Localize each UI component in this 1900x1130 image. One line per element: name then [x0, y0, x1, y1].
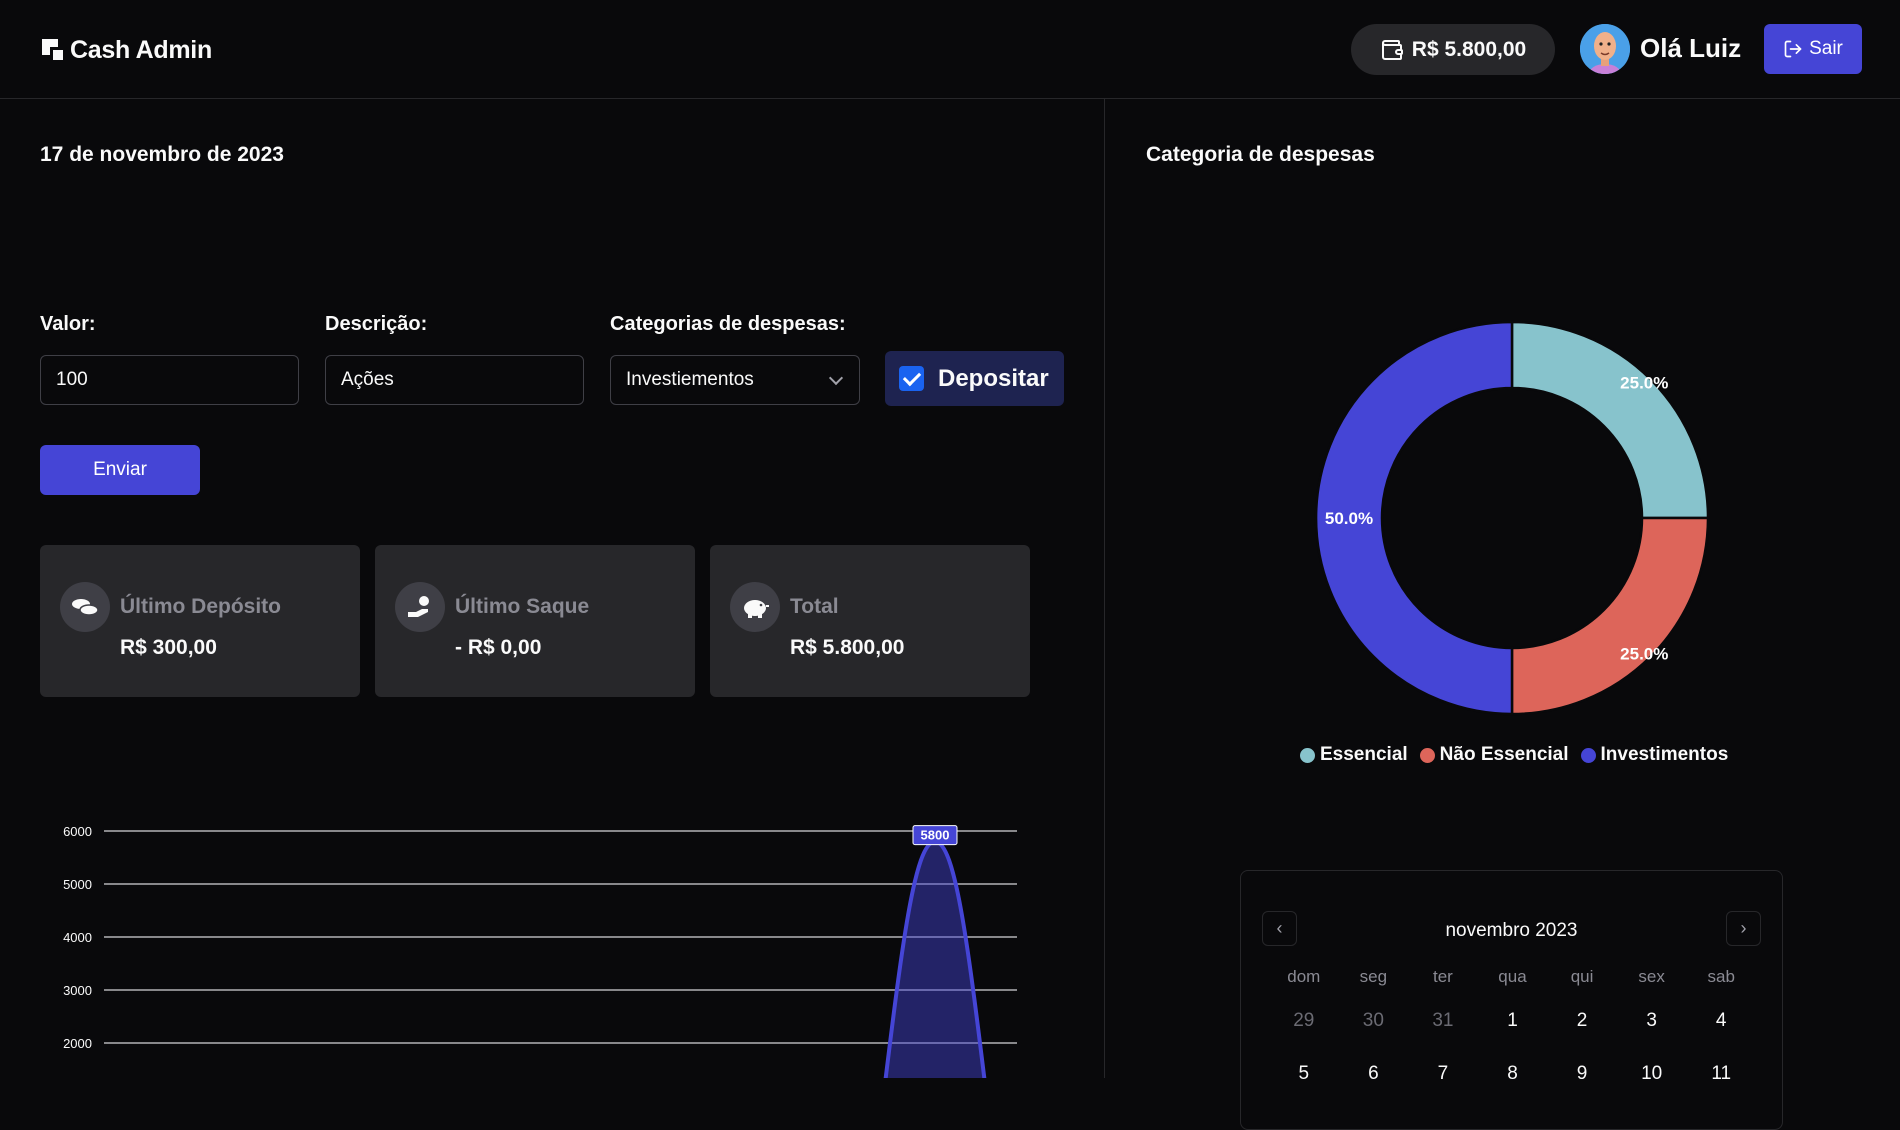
- donut-chart-title: Categoria de despesas: [1146, 143, 1375, 166]
- calendar-day[interactable]: 5: [1269, 1063, 1339, 1085]
- donut-slice-essencial[interactable]: [1510, 320, 1710, 520]
- area-fill: [885, 841, 985, 1078]
- logout-button[interactable]: Sair: [1764, 24, 1862, 74]
- calendar-next-button[interactable]: ›: [1726, 911, 1761, 946]
- descricao-value: Ações: [341, 369, 394, 390]
- current-date: 17 de novembro de 2023: [40, 143, 284, 166]
- last-deposit-card: Último Depósito R$ 300,00: [40, 545, 360, 697]
- legend-label: Investimentos: [1600, 744, 1729, 765]
- wallet-icon: [1381, 39, 1403, 60]
- send-button[interactable]: Enviar: [40, 445, 200, 495]
- slice-label: 25.0%: [1620, 644, 1668, 663]
- column-divider: [1104, 99, 1105, 1078]
- logo-icon: [42, 38, 66, 63]
- legend-item-nao-essencial[interactable]: Não Essencial: [1419, 744, 1569, 766]
- calendar-week: 29 30 31 1 2 3 4: [1269, 1010, 1756, 1032]
- last-withdraw-card: Último Saque - R$ 0,00: [375, 545, 695, 697]
- legend-label: Essencial: [1320, 744, 1408, 765]
- calendar-day[interactable]: 1: [1478, 1010, 1548, 1032]
- card-value: R$ 300,00: [120, 636, 217, 659]
- calendar-day[interactable]: 29: [1269, 1010, 1339, 1032]
- card-value: - R$ 0,00: [455, 636, 542, 659]
- app-logo[interactable]: Cash Admin: [42, 36, 212, 65]
- coins-icon: [60, 582, 110, 632]
- balance-area-chart: 2000 3000 4000 5000 6000 5800: [63, 824, 1017, 1078]
- card-title: Total: [790, 595, 839, 618]
- legend-item-essencial[interactable]: Essencial: [1300, 744, 1408, 766]
- calendar: ‹ novembro 2023 › dom seg ter qua qui sex sab …: [1240, 870, 1783, 1130]
- card-title: Último Depósito: [120, 595, 281, 618]
- categoria-selected: Investiementos: [626, 369, 754, 390]
- donut-slice-nao-essencial[interactable]: [1510, 516, 1710, 716]
- calendar-week: 5 6 7 8 9 10 11: [1269, 1063, 1756, 1085]
- calendar-month-label: novembro 2023: [1445, 920, 1578, 941]
- y-tick-label: 6000: [63, 824, 92, 839]
- calendar-day[interactable]: 4: [1686, 1010, 1756, 1032]
- app-title: Cash Admin: [70, 36, 212, 64]
- deposit-label: Depositar: [938, 364, 1049, 392]
- slice-label: 50.0%: [1325, 509, 1373, 528]
- weekday-label: dom: [1287, 967, 1321, 986]
- piggy-bank-icon: [730, 582, 780, 632]
- y-tick-label: 3000: [63, 983, 92, 998]
- slice-label: 25.0%: [1620, 374, 1668, 393]
- y-tick-label: 2000: [63, 1036, 92, 1051]
- descricao-input[interactable]: Ações: [325, 355, 584, 405]
- valor-label: Valor:: [40, 313, 96, 335]
- calendar-day[interactable]: 30: [1339, 1010, 1409, 1032]
- weekday-label: qua: [1498, 967, 1527, 986]
- legend-item-investimentos[interactable]: Investimentos: [1580, 744, 1729, 766]
- expense-donut-chart: 25.0% 25.0% 50.0%: [1314, 320, 1710, 716]
- balance-amount: R$ 5.800,00: [1411, 37, 1527, 61]
- balance-badge: R$ 5.800,00: [1351, 24, 1555, 75]
- calendar-day[interactable]: 31: [1408, 1010, 1478, 1032]
- donut-legend: Essencial Não Essencial Investimentos: [1300, 744, 1728, 766]
- hand-coin-icon: [395, 582, 445, 632]
- weekday-label: sab: [1707, 967, 1735, 986]
- weekday-label: qui: [1570, 967, 1594, 986]
- valor-value: 100: [56, 369, 88, 390]
- total-card: Total R$ 5.800,00: [710, 545, 1030, 697]
- valor-input[interactable]: 100: [40, 355, 299, 405]
- weekday-label: seg: [1359, 967, 1388, 986]
- user-greeting: Olá Luiz: [1640, 33, 1742, 63]
- peak-label: 5800: [921, 828, 950, 843]
- weekday-label: sex: [1638, 967, 1665, 986]
- legend-dot: [1580, 747, 1596, 763]
- categoria-select[interactable]: Investiementos: [610, 355, 860, 405]
- weekday-label: ter: [1433, 967, 1453, 986]
- avatar[interactable]: [1580, 24, 1630, 74]
- calendar-day[interactable]: 11: [1686, 1063, 1756, 1085]
- legend-label: Não Essencial: [1439, 744, 1569, 765]
- categoria-label: Categorias de despesas:: [610, 313, 846, 335]
- chevron-right-icon: ›: [1740, 918, 1747, 938]
- logout-icon: [1784, 40, 1802, 58]
- legend-dot: [1300, 747, 1315, 763]
- app-header: Cash Admin R$ 5.800,00 Olá Luiz Sair: [0, 0, 1900, 99]
- calendar-weekdays: dom seg ter qua qui sex sab: [1269, 967, 1756, 987]
- calendar-day[interactable]: 2: [1547, 1010, 1617, 1032]
- calendar-day[interactable]: 9: [1547, 1063, 1617, 1085]
- calendar-day[interactable]: 3: [1617, 1010, 1687, 1032]
- calendar-day[interactable]: 6: [1339, 1063, 1409, 1085]
- deposit-checkbox[interactable]: [899, 366, 924, 391]
- card-title: Último Saque: [455, 595, 590, 618]
- logout-label: Sair: [1809, 38, 1843, 59]
- chevron-down-icon: [828, 370, 844, 386]
- y-tick-label: 5000: [63, 877, 92, 892]
- legend-dot: [1419, 747, 1435, 763]
- deposit-toggle[interactable]: Depositar: [885, 351, 1064, 406]
- calendar-day[interactable]: 10: [1617, 1063, 1687, 1085]
- y-tick-label: 4000: [63, 930, 92, 945]
- card-value: R$ 5.800,00: [790, 636, 905, 659]
- descricao-label: Descrição:: [325, 313, 428, 335]
- calendar-day[interactable]: 8: [1478, 1063, 1548, 1085]
- calendar-day[interactable]: 7: [1408, 1063, 1478, 1085]
